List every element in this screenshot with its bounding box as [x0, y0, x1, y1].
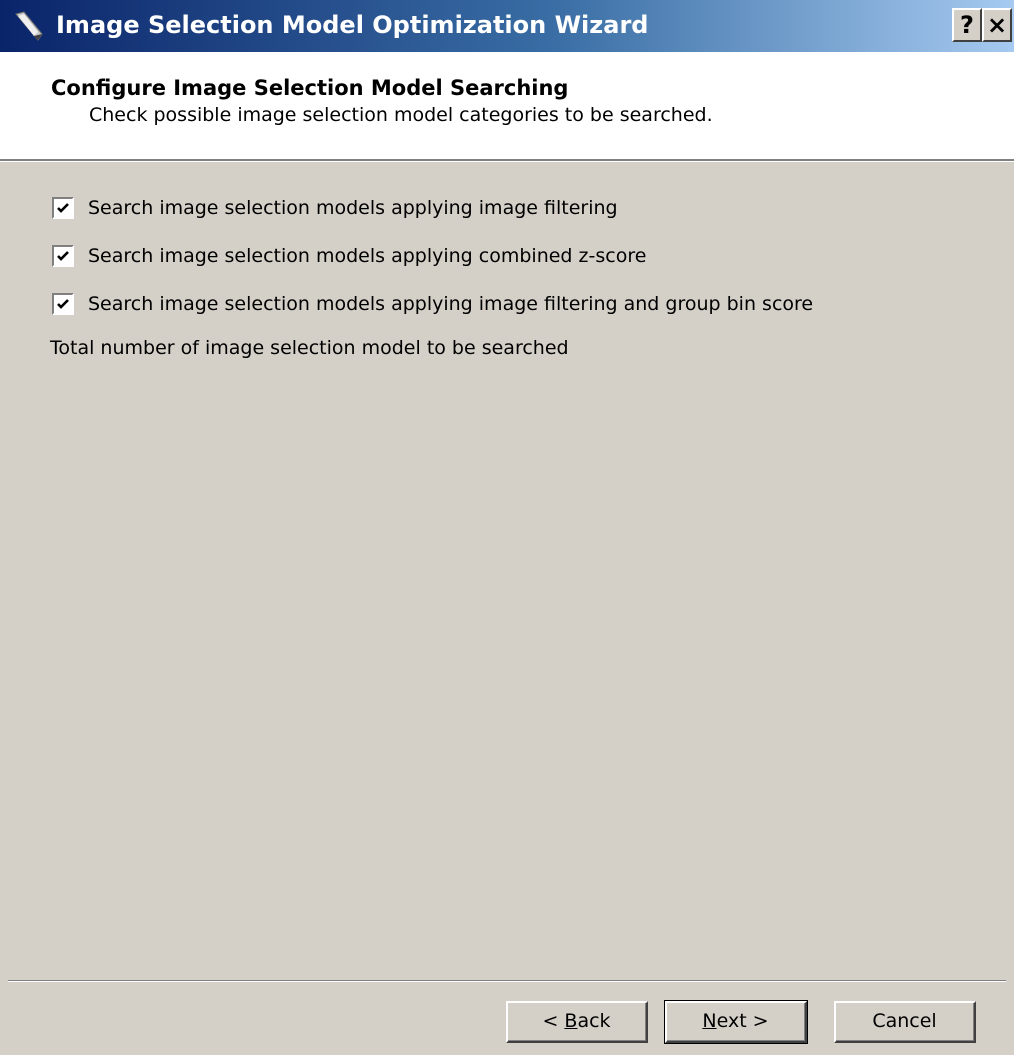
back-rest: ack: [577, 1010, 611, 1032]
back-accel: B: [564, 1010, 578, 1032]
page-title: Configure Image Selection Model Searchin…: [51, 76, 569, 100]
page-subtitle: Check possible image selection model cat…: [89, 104, 713, 126]
option-label: Search image selection models applying c…: [88, 245, 647, 267]
back-button[interactable]: < Back: [506, 1001, 648, 1043]
checkmark-icon: [57, 299, 69, 309]
option-label: Search image selection models applying i…: [88, 293, 814, 315]
group-bin-score-checkbox[interactable]: [52, 293, 74, 315]
title-bar[interactable]: Image Selection Model Optimization Wizar…: [0, 0, 1014, 52]
next-accel: N: [702, 1010, 717, 1032]
wizard-header: Configure Image Selection Model Searchin…: [0, 52, 1014, 159]
footer-divider: [8, 980, 1006, 982]
close-button[interactable]: ×: [982, 8, 1012, 42]
option-label: Search image selection models applying i…: [88, 197, 618, 219]
option-image-filtering[interactable]: Search image selection models applying i…: [52, 196, 618, 220]
image-filtering-checkbox[interactable]: [52, 197, 74, 219]
checkmark-icon: [57, 203, 69, 213]
checkmark-icon: [57, 251, 69, 261]
back-prefix: <: [542, 1010, 565, 1032]
back-button-label: < Back: [508, 1003, 646, 1041]
option-combined-zscore[interactable]: Search image selection models applying c…: [52, 244, 646, 268]
app-icon: [12, 10, 46, 42]
cancel-button[interactable]: Cancel: [834, 1001, 976, 1043]
next-button[interactable]: Next >: [664, 1000, 808, 1044]
total-count-label: Total number of image selection model to…: [50, 337, 569, 359]
combined-zscore-checkbox[interactable]: [52, 245, 74, 267]
header-divider: [0, 159, 1014, 162]
wizard-window: Image Selection Model Optimization Wizar…: [0, 0, 1014, 1055]
help-button[interactable]: ?: [952, 8, 982, 42]
cancel-button-label: Cancel: [836, 1003, 974, 1041]
next-button-label: Next >: [667, 1003, 805, 1041]
window-title: Image Selection Model Optimization Wizar…: [56, 11, 649, 39]
option-group-bin-score[interactable]: Search image selection models applying i…: [52, 292, 813, 316]
next-rest: ext >: [716, 1010, 769, 1032]
